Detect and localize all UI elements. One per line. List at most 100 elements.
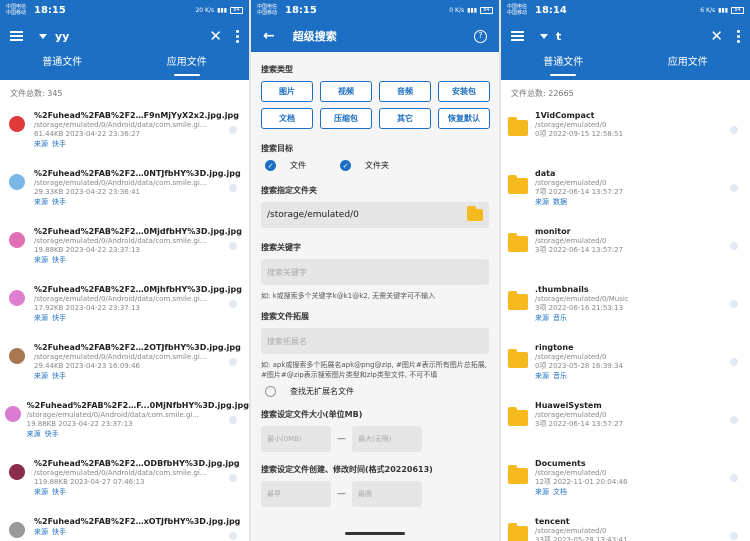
list-item[interactable]: 1VidCompact /storage/emulated/0 0项 2022-… [501, 104, 750, 162]
select-checkbox[interactable] [730, 242, 738, 250]
menu-icon[interactable] [10, 31, 23, 41]
search-input[interactable]: yy [55, 30, 69, 43]
select-checkbox[interactable] [229, 184, 237, 192]
select-checkbox[interactable] [730, 126, 738, 134]
keyword-input[interactable]: 搜索关键字 [261, 259, 489, 285]
folder-path: /storage/emulated/0 [535, 353, 607, 361]
select-checkbox[interactable] [229, 358, 237, 366]
select-checkbox[interactable] [229, 416, 237, 424]
file-meta: 29.44KB 2023-04-23 16:09:46 [34, 362, 141, 370]
folder-icon [501, 284, 535, 336]
list-item[interactable]: tencent /storage/emulated/0 33项 2023-05-… [501, 510, 750, 541]
no-extension-option[interactable]: 查找无扩展名文件 [265, 386, 485, 397]
tab-normal-files[interactable]: 普通文件 [501, 52, 626, 80]
list-item[interactable]: %2Fuhead%2FAB%2F2…0MjhfbHY%3D.jpg.jpg /s… [0, 278, 249, 336]
source-tag: 快手 [44, 430, 59, 438]
file-info: %2Fuhead%2FAB%2F2…F9nMjYyX2x2.jpg.jpg /s… [34, 110, 249, 162]
list-item[interactable]: .thumbnails /storage/emulated/0/Music 3项… [501, 278, 750, 336]
close-icon[interactable]: ✕ [209, 27, 222, 45]
folder-meta: 3项 2022-06-16 21:53:13 [535, 304, 624, 312]
size-separator: — [337, 434, 346, 444]
list-item[interactable]: %2Fuhead%2FAB%2F2…0NTJfbHY%3D.jpg.jpg /s… [0, 162, 249, 220]
search-box[interactable]: yy [39, 30, 209, 43]
folder-picker-icon[interactable] [467, 206, 483, 221]
close-icon[interactable]: ✕ [710, 27, 723, 45]
battery-icon: 84 [230, 6, 243, 14]
select-checkbox[interactable] [730, 532, 738, 540]
help-icon[interactable]: ? [474, 29, 487, 43]
tab-app-files[interactable]: 应用文件 [125, 52, 250, 80]
list-item[interactable]: %2Fuhead%2FAB%2F2…ODBfbHY%3D.jpg.jpg /st… [0, 452, 249, 510]
source-tag: 文档 [553, 488, 567, 496]
list-item[interactable]: %2Fuhead%2FAB%2F2…F...0MjNfbHY%3D.jpg.jp… [0, 394, 249, 452]
folder-info: 1VidCompact /storage/emulated/0 0项 2022-… [535, 110, 750, 162]
home-indicator[interactable] [345, 532, 405, 535]
list-item[interactable]: %2Fuhead%2FAB%2F2…0MjdfbHY%3D.jpg.jpg /s… [0, 220, 249, 278]
list-item[interactable]: Documents /storage/emulated/0 12项 2022-1… [501, 452, 750, 510]
list-item[interactable]: HuaweiSystem /storage/emulated/0 3项 2022… [501, 394, 750, 452]
list-item[interactable]: data /storage/emulated/0 7项 2022-06-14 1… [501, 162, 750, 220]
tab-app-files[interactable]: 应用文件 [626, 52, 750, 80]
select-checkbox[interactable] [229, 532, 237, 540]
source-label: 来源 [34, 198, 48, 206]
folder-meta: 33项 2023-05-28 13:43:41 [535, 536, 628, 541]
select-checkbox[interactable] [229, 300, 237, 308]
folder-meta: 0项 2022-09-15 12:58:51 [535, 130, 624, 138]
file-meta: 17.92KB 2023-04-22 23:37:13 [34, 304, 141, 312]
menu-icon[interactable] [511, 31, 524, 41]
time-separator: — [337, 489, 346, 499]
search-type-button[interactable]: 压缩包 [320, 108, 372, 129]
time-end-input[interactable]: 最晚 [352, 481, 422, 507]
search-target-options: ✓ 文件 ✓ 文件夹 [265, 160, 485, 171]
select-checkbox[interactable] [730, 358, 738, 366]
list-item[interactable]: monitor /storage/emulated/0 3项 2022-06-1… [501, 220, 750, 278]
tab-normal-files[interactable]: 普通文件 [0, 52, 125, 80]
select-checkbox[interactable] [229, 474, 237, 482]
search-type-button[interactable]: 文档 [261, 108, 313, 129]
folder-path-field[interactable]: /storage/emulated/0 [261, 202, 489, 228]
list-item[interactable]: %2Fuhead%2FAB%2F2…xOTJfbHY%3D.jpg.jpg 来源… [0, 510, 249, 541]
more-icon[interactable] [737, 29, 740, 43]
search-box[interactable]: t [540, 30, 710, 43]
list-item[interactable]: %2Fuhead%2FAB%2F2…F9nMjYyX2x2.jpg.jpg /s… [0, 104, 249, 162]
source-label: 来源 [34, 372, 48, 380]
no-extension-radio[interactable] [265, 386, 276, 397]
folder-icon [501, 400, 535, 452]
search-type-button[interactable]: 恢复默认 [438, 108, 490, 129]
folder-name: data [535, 169, 556, 178]
folder-checkbox[interactable]: ✓ [340, 160, 351, 171]
folder-path: /storage/emulated/0 [535, 411, 607, 419]
select-checkbox[interactable] [730, 300, 738, 308]
select-checkbox[interactable] [730, 416, 738, 424]
keyword-hint: 如: k或搜索多个关键字k@k1@k2, 无需关键字可不输入 [261, 292, 436, 300]
time-start-input[interactable]: 最早 [261, 481, 331, 507]
search-type-button[interactable]: 音频 [379, 81, 431, 102]
list-item[interactable]: ringtone /storage/emulated/0 0项 2023-05-… [501, 336, 750, 394]
dropdown-icon[interactable] [39, 33, 47, 39]
select-checkbox[interactable] [730, 184, 738, 192]
file-checkbox[interactable]: ✓ [265, 160, 276, 171]
file-meta: 61.44KB 2023-04-22 23:36:27 [34, 130, 141, 138]
search-type-button[interactable]: 视频 [320, 81, 372, 102]
back-arrow-icon[interactable]: ← [263, 28, 275, 44]
file-tags: 来源 快手 [34, 255, 249, 266]
extension-input[interactable]: 搜索拓展名 [261, 328, 489, 354]
dropdown-icon[interactable] [540, 33, 548, 39]
search-input[interactable]: t [556, 30, 561, 43]
search-type-button[interactable]: 其它 [379, 108, 431, 129]
file-checkbox-label: 文件 [290, 161, 306, 170]
search-type-button[interactable]: 图片 [261, 81, 313, 102]
list-item[interactable]: %2Fuhead%2FAB%2F2…2OTJfbHY%3D.jpg.jpg /s… [0, 336, 249, 394]
time-range: 最早 — 最晚 [261, 481, 489, 507]
file-info: %2Fuhead%2FAB%2F2…0NTJfbHY%3D.jpg.jpg /s… [34, 168, 249, 220]
folder-info: Documents /storage/emulated/0 12项 2022-1… [535, 458, 750, 510]
source-label: 来源 [26, 430, 41, 438]
select-checkbox[interactable] [229, 242, 237, 250]
size-min-input[interactable]: 最小(0MB) [261, 426, 331, 452]
size-max-input[interactable]: 最大(无限) [352, 426, 422, 452]
select-checkbox[interactable] [730, 474, 738, 482]
more-icon[interactable] [236, 29, 239, 43]
folder-info: data /storage/emulated/0 7项 2022-06-14 1… [535, 168, 750, 220]
select-checkbox[interactable] [229, 126, 237, 134]
search-type-button[interactable]: 安装包 [438, 81, 490, 102]
